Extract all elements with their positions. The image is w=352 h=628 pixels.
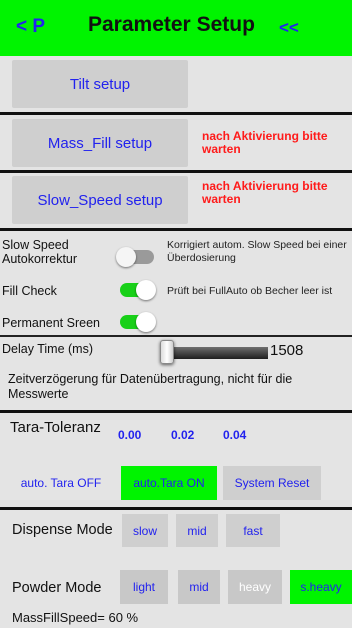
header-bar: < P Parameter Setup << <box>0 0 352 56</box>
fill-check-label: Fill Check <box>2 284 57 298</box>
delay-time-label: Delay Time (ms) <box>2 342 93 356</box>
slow-speed-autokorrektur-label: Slow Speed Autokorrektur <box>2 238 78 266</box>
page-title: Parameter Setup <box>88 13 255 36</box>
fill-check-desc: Prüft bei FullAuto ob Becher leer ist <box>167 285 333 297</box>
auto-tara-off-button[interactable]: auto. Tara OFF <box>10 470 112 496</box>
tara-toleranz-label: Tara-Toleranz <box>10 419 101 436</box>
dispense-mid-button[interactable]: mid <box>176 514 218 547</box>
delay-time-slider[interactable] <box>160 340 268 366</box>
slider-track <box>164 347 268 359</box>
divider <box>0 410 352 413</box>
dispense-mode-label: Dispense Mode <box>12 522 113 538</box>
fill-check-toggle[interactable] <box>120 279 160 301</box>
mass-fill-warning: nach Aktivierung bitte warten <box>202 129 328 156</box>
back-button[interactable]: < P <box>16 16 45 38</box>
toggle-knob <box>116 247 136 267</box>
tara-value-option[interactable]: 0.04 <box>223 428 246 442</box>
powder-mode-label: Powder Mode <box>12 580 102 596</box>
toggle-knob <box>136 312 156 332</box>
powder-light-button[interactable]: light <box>120 570 168 604</box>
dispense-fast-button[interactable]: fast <box>226 514 280 547</box>
permanent-screen-toggle[interactable] <box>120 311 160 333</box>
delay-time-value: 1508 <box>270 342 304 359</box>
divider <box>0 507 352 510</box>
slow-speed-warning: nach Aktivierung bitte warten <box>202 179 328 206</box>
tilt-setup-button[interactable]: Tilt setup <box>12 60 188 108</box>
tara-value-option[interactable]: 0.02 <box>171 428 194 442</box>
divider <box>0 112 352 115</box>
mass-fill-speed-text: MassFillSpeed= 60 % <box>12 610 139 625</box>
powder-mid-button[interactable]: mid <box>178 570 220 604</box>
system-reset-button[interactable]: System Reset <box>223 466 321 500</box>
dispense-slow-button[interactable]: slow <box>122 514 168 547</box>
divider <box>0 335 352 337</box>
slider-thumb[interactable] <box>160 340 174 364</box>
forward-button[interactable]: << <box>279 18 299 38</box>
mass-fill-setup-button[interactable]: Mass_Fill setup <box>12 119 188 167</box>
permanent-screen-label: Permanent Sreen <box>2 316 100 330</box>
powder-heavy-button[interactable]: heavy <box>228 570 282 604</box>
toggle-knob <box>136 280 156 300</box>
powder-sheavy-button[interactable]: s.heavy <box>290 570 352 604</box>
slow-speed-autokorrektur-toggle[interactable] <box>116 247 156 267</box>
slow-speed-autokorrektur-desc: Korrigiert autom. Slow Speed bei einer Ü… <box>167 239 347 264</box>
auto-tara-on-button[interactable]: auto.Tara ON <box>121 466 217 500</box>
slow-speed-setup-button[interactable]: Slow_Speed setup <box>12 176 188 224</box>
tara-value-option[interactable]: 0.00 <box>118 428 141 442</box>
divider <box>0 228 352 231</box>
divider <box>0 170 352 173</box>
delay-time-desc: Zeitverzögerung für Datenübertragung, ni… <box>8 372 293 401</box>
